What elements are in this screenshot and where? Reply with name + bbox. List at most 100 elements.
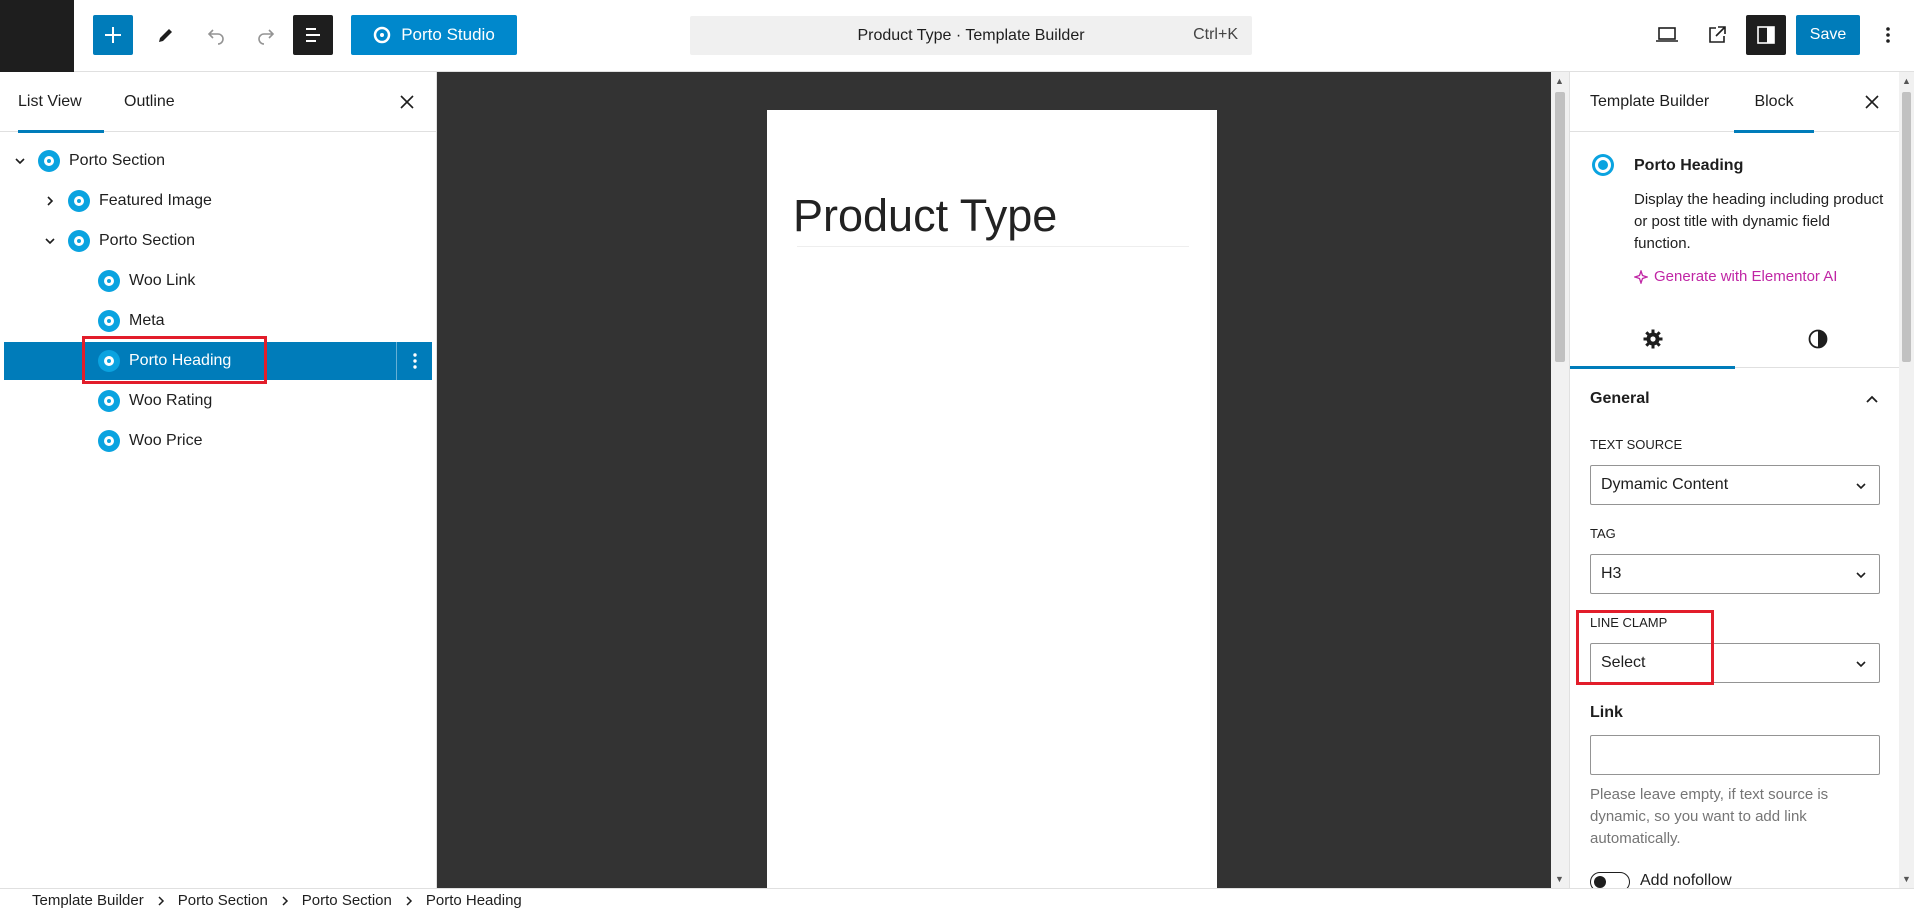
add-block-button[interactable] (93, 15, 133, 55)
list-item[interactable]: Meta (4, 302, 432, 340)
porto-block-icon (38, 150, 60, 172)
redo-button[interactable] (246, 15, 286, 55)
generate-ai-link[interactable]: Generate with Elementor AI (1634, 268, 1837, 285)
top-toolbar: Porto Studio Product Type · Template Bui… (0, 0, 1914, 72)
settings-scrollbar[interactable]: ▲ ▼ (1899, 72, 1914, 888)
site-logo-button[interactable] (0, 0, 74, 72)
options-menu-button[interactable] (1872, 15, 1904, 55)
tab-block[interactable]: Block (1734, 72, 1814, 133)
list-item[interactable]: Featured Image (4, 182, 432, 220)
list-item-label: Woo Price (129, 432, 203, 449)
breadcrumb-item[interactable]: Porto Section (290, 892, 404, 909)
list-view-tabs: List View Outline (0, 72, 436, 133)
tab-styles[interactable] (1735, 310, 1899, 368)
scrollbar-thumb[interactable] (1555, 92, 1565, 362)
sidebar-icon (1757, 26, 1775, 44)
porto-block-icon (98, 430, 120, 452)
block-title: Porto Heading (1634, 157, 1744, 174)
list-item-label: Meta (129, 312, 165, 329)
sparkle-icon (1634, 269, 1648, 284)
chevron-right-icon[interactable] (42, 193, 58, 209)
save-button[interactable]: Save (1796, 15, 1860, 55)
breadcrumb-item[interactable]: Template Builder (20, 892, 156, 909)
chevron-right-icon (280, 895, 290, 906)
tag-select[interactable]: H3 (1590, 554, 1880, 594)
line-clamp-label: LINE CLAMP (1590, 615, 1668, 630)
porto-studio-button[interactable]: Porto Studio (351, 15, 517, 55)
porto-block-icon (98, 390, 120, 412)
scroll-down-icon[interactable]: ▼ (1555, 874, 1564, 884)
line-clamp-select[interactable]: Select (1590, 643, 1880, 683)
scroll-up-icon[interactable]: ▲ (1902, 76, 1911, 86)
list-item-label: Porto Heading (129, 352, 232, 369)
close-list-view-button[interactable] (395, 90, 419, 114)
view-page-button[interactable] (1697, 15, 1737, 55)
block-description: Display the heading including product or… (1634, 191, 1884, 252)
inspector-icon-tabs (1570, 310, 1899, 369)
chevron-down-icon (1853, 656, 1869, 672)
porto-block-icon (68, 190, 90, 212)
list-view-panel: List View Outline Porto Section Featured… (0, 72, 437, 888)
desktop-icon (1656, 27, 1678, 42)
section-title: General (1590, 390, 1650, 407)
list-item[interactable]: Woo Rating (4, 382, 432, 420)
porto-block-icon (98, 350, 120, 372)
link-label: Link (1590, 704, 1623, 721)
text-source-select[interactable]: Dymamic Content (1590, 465, 1880, 505)
block-breadcrumb: Template Builder Porto Section Porto Sec… (0, 888, 1914, 912)
list-item[interactable]: Porto Section (4, 222, 432, 260)
porto-block-icon (98, 310, 120, 332)
list-item-label: Porto Section (99, 232, 196, 249)
list-item-label: Porto Section (69, 152, 166, 169)
undo-button[interactable] (196, 15, 236, 55)
list-view-toggle-button[interactable] (293, 15, 333, 55)
heading-divider (797, 246, 1189, 247)
product-heading[interactable]: Product Type (793, 190, 1057, 242)
porto-block-icon (98, 270, 120, 292)
canvas-scrollbar[interactable]: ▲ ▼ (1551, 72, 1569, 888)
block-options-button[interactable] (396, 342, 432, 380)
chevron-down-icon[interactable] (12, 153, 28, 169)
chevron-up-icon[interactable] (1860, 387, 1884, 411)
external-link-icon (1709, 26, 1726, 43)
link-input[interactable] (1590, 735, 1880, 775)
close-settings-button[interactable] (1860, 90, 1884, 114)
tab-template-builder[interactable]: Template Builder (1590, 72, 1709, 132)
chevron-down-icon (1853, 567, 1869, 583)
list-view-icon (306, 28, 320, 42)
general-section-header[interactable]: General (1570, 368, 1899, 430)
tag-label: TAG (1590, 526, 1616, 541)
chevron-down-icon[interactable] (42, 233, 58, 249)
porto-studio-label: Porto Studio (401, 25, 495, 44)
pencil-icon (159, 29, 172, 42)
tag-value: H3 (1601, 565, 1622, 582)
porto-block-icon (1592, 154, 1614, 176)
tab-outline[interactable]: Outline (124, 72, 175, 132)
settings-sidebar-toggle-button[interactable] (1746, 15, 1786, 55)
redo-icon (258, 29, 275, 45)
scroll-up-icon[interactable]: ▲ (1555, 76, 1564, 86)
porto-block-icon (68, 230, 90, 252)
scroll-down-icon[interactable]: ▼ (1902, 874, 1911, 884)
tab-list-view[interactable]: List View (18, 72, 104, 133)
list-item[interactable]: Porto Section (4, 142, 432, 180)
more-vertical-icon (1886, 27, 1890, 43)
contrast-icon (1808, 329, 1827, 349)
plus-icon (105, 27, 121, 43)
list-item[interactable]: Woo Price (4, 422, 432, 460)
scrollbar-thumb[interactable] (1902, 92, 1911, 362)
tab-settings[interactable] (1570, 310, 1735, 369)
document-title: Product Type · Template Builder (857, 26, 1085, 44)
editor-canvas: Product Type ▲ ▼ (437, 72, 1569, 888)
device-preview-button[interactable] (1647, 15, 1687, 55)
breadcrumb-item[interactable]: Porto Section (166, 892, 280, 909)
list-item[interactable]: Woo Link (4, 262, 432, 300)
page-preview[interactable]: Product Type (767, 110, 1217, 888)
tools-button[interactable] (146, 15, 186, 55)
nofollow-label: Add nofollow (1640, 872, 1732, 888)
chevron-right-icon (404, 895, 414, 906)
nofollow-toggle[interactable] (1590, 872, 1630, 888)
generate-ai-label: Generate with Elementor AI (1654, 268, 1838, 285)
command-palette-button[interactable]: Product Type · Template Builder Ctrl+K (690, 16, 1252, 55)
list-item-selected[interactable]: Porto Heading (4, 342, 432, 380)
